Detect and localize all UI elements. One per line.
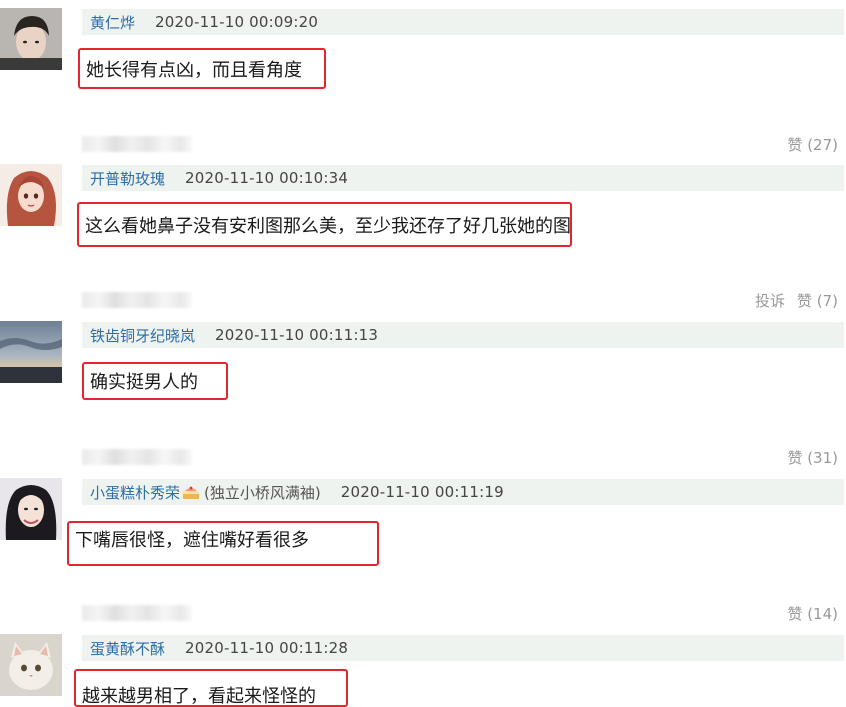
comment-header: 开普勒玫瑰 2020-11-10 00:10:34 [82, 165, 844, 191]
comment-text: 越来越男相了，看起来怪怪的 [82, 686, 316, 707]
comment-header: 蛋黄酥不酥 2020-11-10 00:11:28 [82, 635, 844, 661]
report-button[interactable]: 投诉 [755, 290, 785, 311]
comment-actions: 赞 (31) [787, 447, 838, 468]
comment-timestamp: 2020-11-10 00:11:13 [215, 326, 379, 344]
like-button[interactable]: 赞 (27) [787, 134, 838, 155]
comment-text: 这么看她鼻子没有安利图那么美，至少我还存了好几张她的图 [85, 215, 571, 237]
reply-row: 赞 (31) [82, 443, 842, 469]
like-button[interactable]: 赞 (31) [787, 447, 838, 468]
username-link[interactable]: 蛋黄酥不酥 [90, 638, 165, 659]
reply-row: 投诉 赞 (7) [82, 286, 842, 312]
comment-list: 黄仁烨 2020-11-10 00:09:20 她长得有点凶，而且看角度 赞 (… [0, 0, 846, 707]
comment-actions: 投诉 赞 (7) [755, 290, 838, 311]
reply-row: 赞 (14) [82, 599, 842, 625]
comment-timestamp: 2020-11-10 00:11:28 [185, 639, 349, 657]
comment-timestamp: 2020-11-10 00:10:34 [185, 169, 349, 187]
blurred-username [82, 605, 192, 621]
user-avatar[interactable] [0, 321, 62, 383]
user-avatar[interactable] [0, 8, 62, 70]
user-avatar[interactable] [0, 164, 62, 226]
comment-content: 越来越男相了，看起来怪怪的 [74, 669, 348, 707]
comment-content: 这么看她鼻子没有安利图那么美，至少我还存了好几张她的图 [77, 202, 572, 247]
comment-timestamp: 2020-11-10 00:11:19 [340, 483, 504, 501]
comment-header: 黄仁烨 2020-11-10 00:09:20 [82, 9, 844, 35]
user-avatar[interactable] [0, 478, 62, 540]
comment-actions: 赞 (27) [787, 134, 838, 155]
comment-header: 小蛋糕朴秀荣 (独立小桥风满袖) 2020-11-10 00:11:19 [82, 479, 844, 505]
like-button[interactable]: 赞 (7) [797, 290, 838, 311]
comment-content: 确实挺男人的 [82, 362, 228, 400]
comment-actions: 赞 (14) [787, 603, 838, 624]
like-button[interactable]: 赞 (14) [787, 603, 838, 624]
blurred-username [82, 292, 192, 308]
comment-text: 她长得有点凶，而且看角度 [86, 59, 302, 81]
blurred-username [82, 136, 192, 152]
comment-text: 确实挺男人的 [90, 372, 198, 393]
username-link[interactable]: 开普勒玫瑰 [90, 168, 165, 189]
comment-header: 铁齿铜牙纪晓岚 2020-11-10 00:11:13 [82, 322, 844, 348]
comment-timestamp: 2020-11-10 00:09:20 [155, 13, 319, 31]
cake-emoji-icon [182, 484, 200, 500]
comment-text: 下嘴唇很怪，遮住嘴好看很多 [75, 529, 309, 551]
user-remark-name: (独立小桥风满袖) [204, 483, 321, 502]
comment-content: 下嘴唇很怪，遮住嘴好看很多 [67, 521, 379, 566]
reply-row: 赞 (27) [82, 130, 842, 156]
blurred-username [82, 449, 192, 465]
username-link[interactable]: 铁齿铜牙纪晓岚 [90, 325, 195, 346]
user-avatar[interactable] [0, 634, 62, 696]
username-link[interactable]: 黄仁烨 [90, 12, 135, 33]
comment-content: 她长得有点凶，而且看角度 [78, 48, 326, 89]
username-link[interactable]: 小蛋糕朴秀荣 [90, 482, 180, 503]
